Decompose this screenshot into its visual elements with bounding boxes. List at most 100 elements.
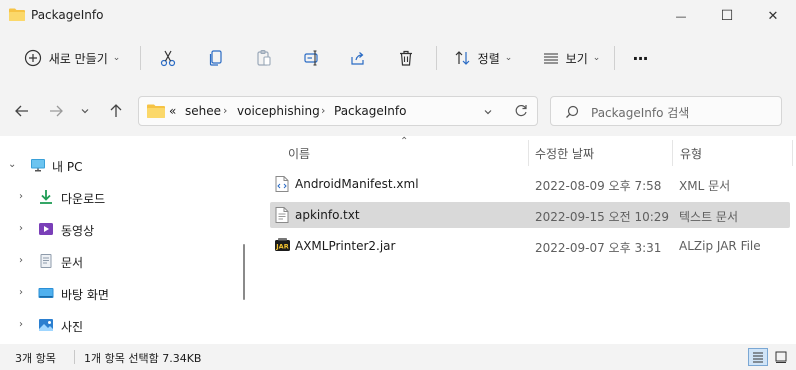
file-list-horizontal-scrollbar[interactable]: [257, 330, 796, 344]
file-name: AndroidManifest.xml: [295, 177, 419, 191]
nav-item-downloads[interactable]: › 다운로드: [0, 182, 236, 212]
delete-button[interactable]: [390, 42, 422, 74]
view-lines-icon: [543, 53, 558, 64]
nav-item-videos[interactable]: › 동영상: [0, 214, 236, 244]
chevron-down-icon: [81, 109, 89, 114]
file-type: XML 문서: [679, 179, 731, 193]
nav-label: 동영상: [61, 224, 95, 238]
column-header-name[interactable]: 이름: [288, 145, 310, 162]
share-icon: [351, 52, 364, 65]
chevron-right-icon: ›: [19, 287, 23, 298]
maximize-button[interactable]: ☐: [704, 0, 750, 32]
paste-icon: [257, 49, 271, 66]
sort-button[interactable]: 정렬 ⌄: [448, 42, 518, 74]
minimize-icon: —: [675, 9, 687, 23]
video-icon: [39, 223, 53, 235]
chevron-right-icon: ›: [19, 191, 23, 202]
tiles-view-button[interactable]: [771, 348, 791, 366]
xml-file-icon: [275, 176, 289, 192]
breadcrumb-packageinfo[interactable]: PackageInfo: [334, 104, 406, 118]
column-header-type[interactable]: 유형: [680, 145, 702, 162]
file-row[interactable]: apkinfo.txt 2022-09-15 오전 10:29 텍스트 문서: [270, 202, 790, 228]
picture-icon: [39, 319, 53, 331]
file-type: 텍스트 문서: [679, 210, 739, 224]
arrow-left-icon: [15, 105, 28, 117]
breadcrumb-sehee[interactable]: sehee: [185, 104, 221, 118]
desktop-icon: [38, 288, 54, 298]
chevron-right-icon: ›: [19, 319, 23, 330]
back-button[interactable]: [8, 97, 36, 125]
search-placeholder: PackageInfo 검색: [591, 106, 690, 120]
recent-locations-button[interactable]: [74, 97, 96, 125]
close-button[interactable]: ✕: [750, 0, 796, 32]
refresh-icon: [515, 104, 527, 117]
svg-text:JAR: JAR: [275, 243, 288, 251]
new-button-label: 새로 만들기: [48, 51, 108, 66]
window-title: PackageInfo: [31, 8, 104, 22]
file-name: apkinfo.txt: [295, 208, 360, 222]
search-icon: [566, 105, 579, 118]
column-divider[interactable]: [528, 140, 529, 166]
forward-button[interactable]: [42, 97, 70, 125]
column-divider[interactable]: [672, 140, 673, 166]
up-button[interactable]: [102, 97, 130, 125]
copy-button[interactable]: [200, 42, 232, 74]
file-modified: 2022-09-15 오전 10:29: [535, 210, 670, 224]
chevron-down-icon: ⌄: [592, 53, 601, 63]
toolbar-divider: [436, 46, 437, 70]
file-row[interactable]: AndroidManifest.xml 2022-08-09 오후 7:58 X…: [270, 171, 790, 197]
address-bar[interactable]: « sehee › voicephishing › PackageInfo: [138, 96, 538, 126]
nav-item-documents[interactable]: › 문서: [0, 246, 236, 276]
sort-icon: [455, 51, 470, 65]
tiles-view-icon: [775, 351, 787, 363]
details-view-button[interactable]: [748, 348, 768, 366]
new-button[interactable]: 새로 만들기 ⌄: [14, 42, 130, 74]
search-box[interactable]: PackageInfo 검색: [550, 96, 782, 126]
address-dropdown-icon[interactable]: [483, 107, 493, 117]
folder-icon: [147, 104, 165, 118]
folder-icon: [9, 8, 25, 21]
nav-item-pictures[interactable]: › 사진: [0, 310, 236, 340]
more-icon: ···: [632, 48, 648, 68]
monitor-icon: [31, 159, 45, 172]
copy-icon: [209, 50, 222, 66]
breadcrumb-voicephishing[interactable]: voicephishing: [237, 104, 320, 118]
file-modified: 2022-08-09 오후 7:58: [535, 179, 662, 193]
status-divider: [74, 350, 75, 364]
item-count: 3개 항목: [15, 352, 56, 365]
nav-item-this-pc[interactable]: ⌄ 내 PC: [0, 150, 236, 180]
download-icon: [40, 190, 52, 204]
chevron-right-icon: ›: [19, 223, 23, 234]
plus-circle-icon: [24, 49, 41, 67]
column-header-modified[interactable]: 수정한 날짜: [535, 145, 594, 162]
chevron-right-icon: ›: [19, 255, 23, 266]
chevron-down-icon: ⌄: [8, 159, 17, 170]
more-options-button[interactable]: ···: [624, 42, 656, 74]
share-button[interactable]: [342, 42, 374, 74]
toolbar-divider: [614, 46, 615, 70]
file-row[interactable]: JAR AXMLPrinter2.jar 2022-09-07 오후 3:31 …: [270, 233, 790, 259]
title-bar: PackageInfo — ☐ ✕: [0, 0, 796, 32]
cut-button[interactable]: [152, 42, 184, 74]
trash-icon: [400, 50, 412, 66]
column-divider[interactable]: [792, 140, 793, 166]
file-modified: 2022-09-07 오후 3:31: [535, 241, 662, 255]
nav-item-desktop[interactable]: › 바탕 화면: [0, 278, 236, 308]
arrow-up-icon: [110, 104, 122, 117]
refresh-button[interactable]: [508, 98, 534, 124]
nav-label: 내 PC: [52, 160, 83, 174]
sort-ascending-indicator-icon: ⌃: [400, 136, 409, 147]
minimize-button[interactable]: —: [658, 0, 704, 32]
paste-button[interactable]: [248, 42, 280, 74]
details-view-icon: [753, 352, 763, 363]
navigation-scrollbar-thumb[interactable]: [243, 244, 245, 300]
view-button[interactable]: 보기 ⌄: [536, 42, 606, 74]
nav-label: 다운로드: [61, 192, 106, 206]
text-file-icon: [275, 207, 289, 223]
navigation-scrollbar[interactable]: [236, 140, 252, 340]
rename-button[interactable]: [296, 42, 328, 74]
breadcrumb-separator-icon: ›: [223, 104, 228, 117]
nav-label: 사진: [61, 320, 84, 334]
breadcrumb-overflow[interactable]: «: [169, 104, 176, 118]
file-name: AXMLPrinter2.jar: [295, 239, 396, 253]
